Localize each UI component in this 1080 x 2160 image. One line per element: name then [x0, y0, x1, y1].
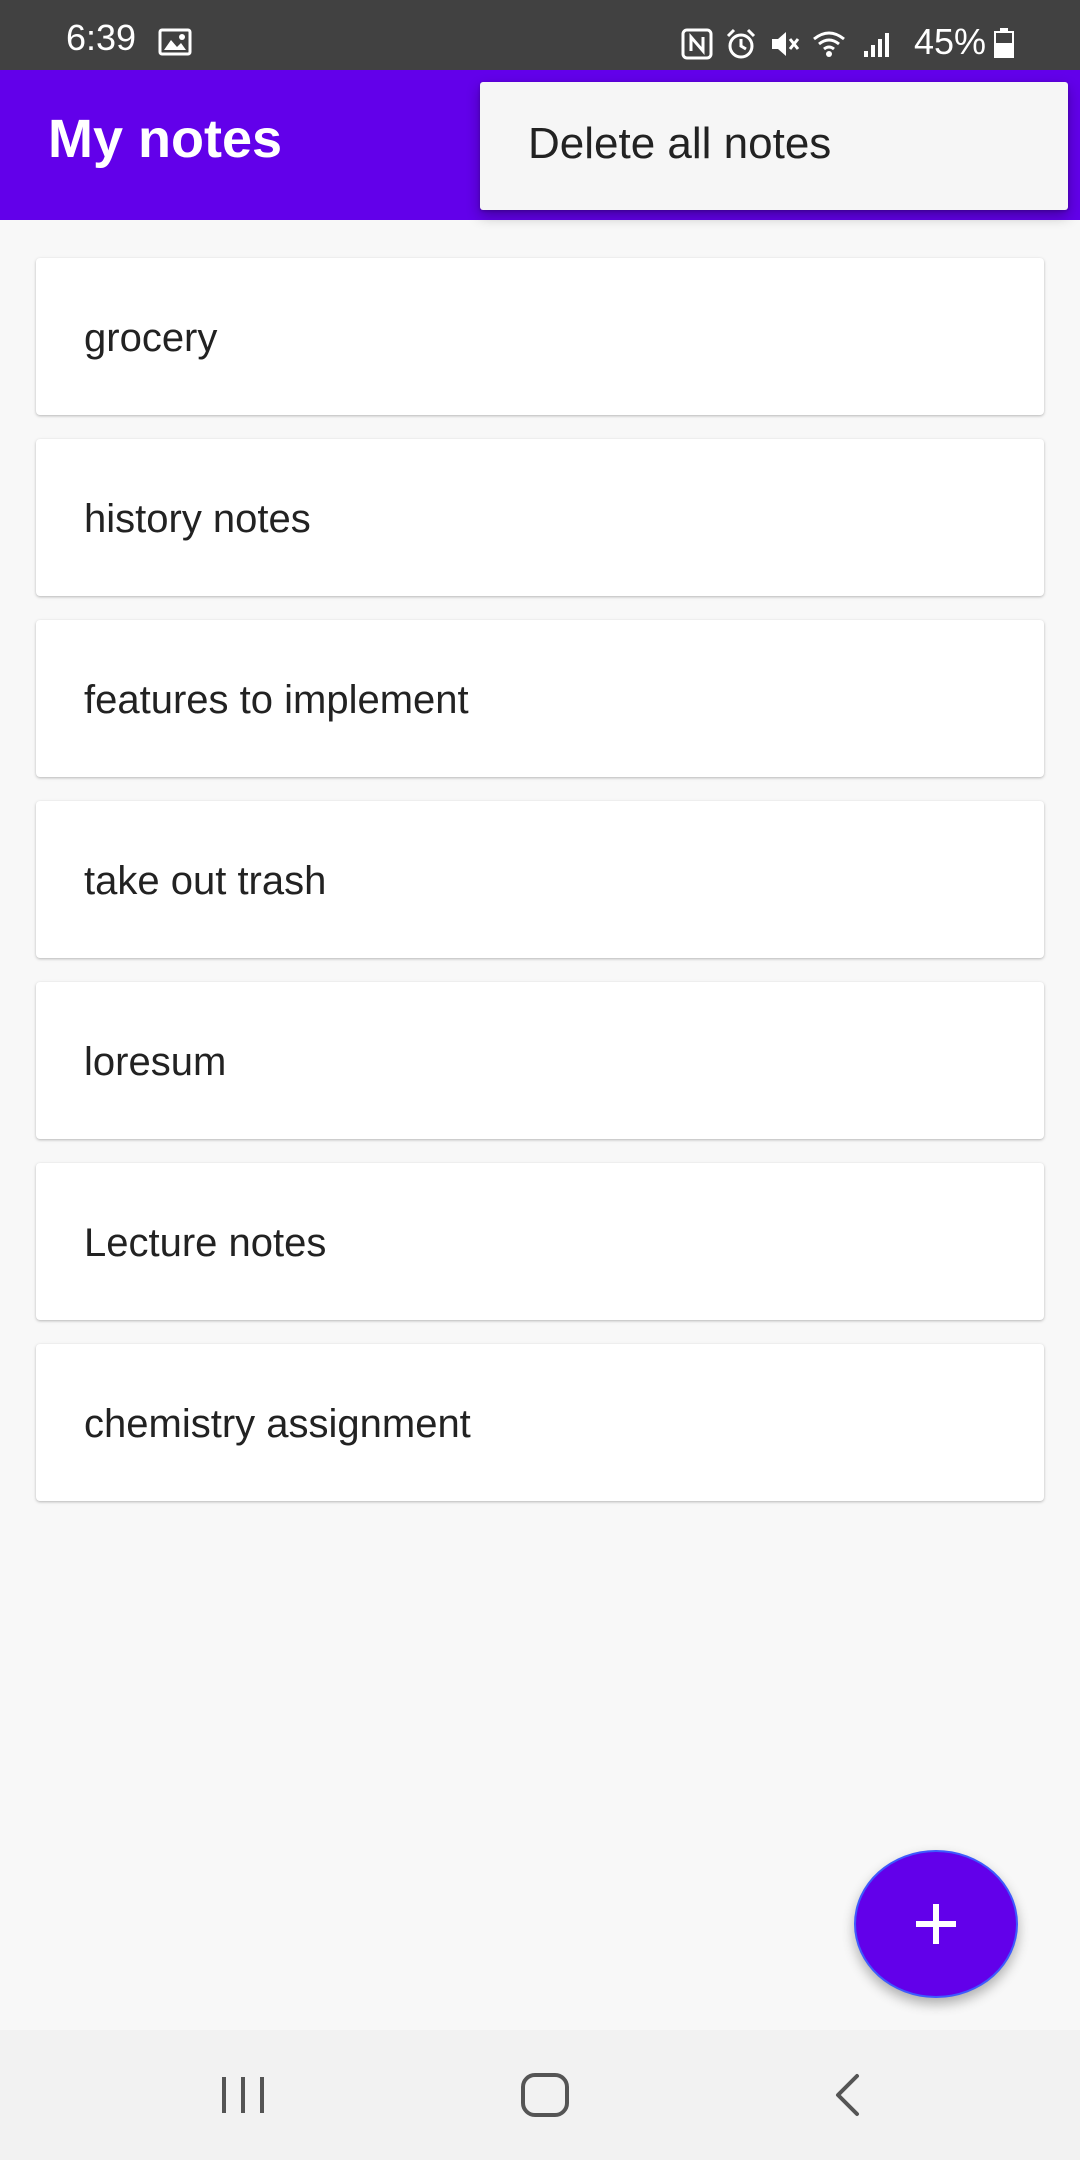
status-bar: 6:39 45% — [0, 0, 1080, 70]
add-note-button[interactable] — [854, 1850, 1018, 1998]
notes-list: grocery history notes features to implem… — [36, 258, 1044, 1525]
note-card[interactable]: history notes — [36, 439, 1044, 596]
note-card[interactable]: features to implement — [36, 620, 1044, 777]
delete-all-notes-menu-item[interactable]: Delete all notes — [528, 122, 831, 166]
note-title: Lecture notes — [84, 1221, 327, 1265]
mute-icon — [772, 32, 800, 56]
back-button[interactable] — [757, 2030, 937, 2160]
note-title: features to implement — [84, 678, 469, 722]
note-card[interactable]: loresum — [36, 982, 1044, 1139]
signal-icon — [864, 33, 889, 57]
battery-icon — [994, 28, 1014, 58]
note-card[interactable]: Lecture notes — [36, 1163, 1044, 1320]
home-icon — [521, 2073, 569, 2117]
note-title: grocery — [84, 316, 218, 360]
overflow-menu: Delete all notes — [480, 82, 1068, 210]
note-title: loresum — [84, 1040, 227, 1084]
note-title: history notes — [84, 497, 311, 541]
note-title: chemistry assignment — [84, 1402, 471, 1446]
status-time: 6:39 — [66, 17, 137, 58]
gallery-icon — [158, 28, 192, 56]
recents-icon — [222, 2077, 264, 2113]
home-button[interactable] — [455, 2030, 635, 2160]
battery-percentage: 45% — [914, 21, 987, 62]
note-card[interactable]: grocery — [36, 258, 1044, 415]
nfc-icon — [681, 28, 713, 60]
alarm-icon — [726, 28, 756, 59]
note-card[interactable]: take out trash — [36, 801, 1044, 958]
note-card[interactable]: chemistry assignment — [36, 1344, 1044, 1501]
recents-button[interactable] — [153, 2030, 333, 2160]
plus-icon — [916, 1904, 956, 1944]
wifi-icon — [813, 31, 845, 57]
note-title: take out trash — [84, 859, 327, 903]
navigation-bar — [0, 2030, 1080, 2160]
page-title: My notes — [48, 109, 283, 169]
back-icon — [836, 2074, 859, 2116]
